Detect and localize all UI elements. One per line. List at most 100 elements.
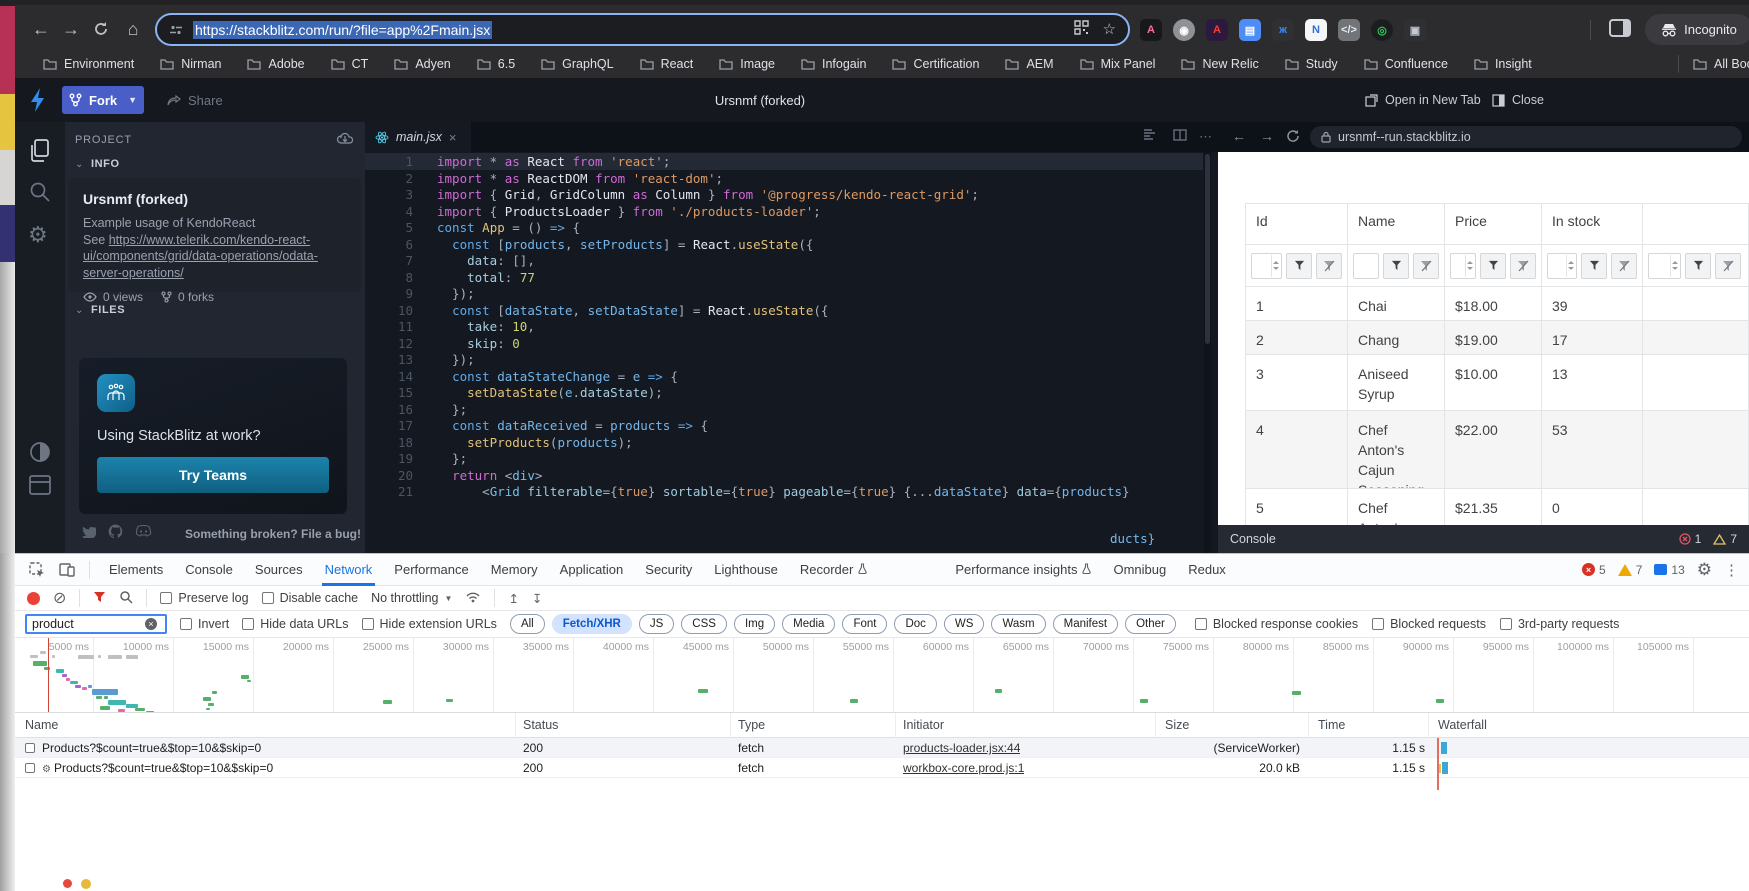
layout-panel-icon[interactable] — [28, 474, 52, 501]
grid-header-In stock[interactable]: In stock — [1542, 203, 1643, 245]
pill-all[interactable]: All — [510, 614, 545, 634]
back-icon[interactable]: ← — [30, 18, 52, 40]
filter-button[interactable] — [1581, 253, 1607, 279]
col-status[interactable]: Status — [523, 718, 558, 732]
tab-omnibug[interactable]: Omnibug — [1102, 554, 1177, 586]
grid-data-row[interactable]: 2Chang$19.0017 — [1245, 321, 1749, 355]
grid-header-Id[interactable]: Id — [1245, 203, 1348, 245]
url-text[interactable]: https://stackblitz.com/run/?file=app%2Fm… — [193, 21, 492, 39]
throttling-dropdown[interactable]: No throttling▼ — [371, 591, 452, 605]
tab-close-icon[interactable]: × — [449, 130, 457, 145]
grid-data-row[interactable]: 4Chef Anton's Cajun Seasoning$22.0053 — [1245, 411, 1749, 489]
preview-console-bar[interactable]: Console 1 7 — [1218, 525, 1749, 553]
network-request-row[interactable]: ⚙Products?$count=true&$top=10&$skip=0200… — [15, 758, 1749, 778]
hide-extension-urls-checkbox[interactable]: Hide extension URLs — [362, 617, 497, 631]
stackblitz-logo-icon[interactable] — [29, 87, 49, 118]
split-editor-icon[interactable] — [1173, 129, 1187, 144]
preview-refresh-icon[interactable] — [1286, 129, 1300, 146]
filter-toggle-icon[interactable] — [93, 591, 106, 606]
home-icon[interactable]: ⌂ — [122, 18, 144, 40]
twitter-icon[interactable] — [81, 525, 96, 543]
filter-input[interactable] — [27, 617, 145, 631]
preview-url-bar[interactable]: ursnmf--run.stackblitz.io — [1310, 126, 1742, 148]
bookmark-certification[interactable]: Certification — [892, 57, 979, 71]
devtools-issues-badge[interactable]: 13 — [1654, 563, 1684, 577]
bookmark-6-5[interactable]: 6.5 — [477, 57, 515, 71]
search-icon[interactable] — [28, 180, 52, 209]
pill-font[interactable]: Font — [842, 614, 887, 634]
download-project-icon[interactable] — [337, 132, 353, 149]
clear-filter-button[interactable] — [1413, 253, 1439, 279]
bug-extension[interactable]: ж — [1272, 19, 1294, 41]
close-button[interactable]: Close — [1492, 78, 1544, 122]
github-icon[interactable] — [108, 524, 123, 544]
bookmark-insight[interactable]: Insight — [1474, 57, 1532, 71]
preserve-log-checkbox[interactable]: Preserve log — [160, 591, 248, 605]
share-button[interactable]: Share — [167, 86, 223, 114]
chart-extension[interactable]: N — [1305, 19, 1327, 41]
devtools-more-icon[interactable]: ⋮ — [1724, 561, 1739, 579]
tab-sources[interactable]: Sources — [244, 554, 314, 586]
request-name[interactable]: ⚙Products?$count=true&$top=10&$skip=0 — [25, 761, 505, 775]
col-waterfall[interactable]: Waterfall — [1438, 718, 1487, 732]
preview-back-icon[interactable]: ← — [1232, 128, 1246, 144]
pill-fetch-xhr[interactable]: Fetch/XHR — [552, 614, 632, 634]
qr-code-icon[interactable] — [1074, 20, 1089, 40]
more-options-icon[interactable]: ⋯ — [1199, 129, 1212, 145]
pill-img[interactable]: Img — [734, 614, 775, 634]
info-section-header[interactable]: ⌄ INFO — [65, 154, 365, 174]
filter-textbox[interactable] — [1450, 253, 1476, 279]
clear-filter-button[interactable] — [1510, 253, 1536, 279]
tab-lighthouse[interactable]: Lighthouse — [703, 554, 789, 586]
try-teams-button[interactable]: Try Teams — [97, 457, 329, 493]
filter-button[interactable] — [1383, 253, 1409, 279]
settings-gear-icon[interactable]: ⚙ — [28, 222, 48, 248]
camera-extension[interactable]: ◉ — [1173, 19, 1195, 41]
bookmark-new-relic[interactable]: New Relic — [1181, 57, 1258, 71]
code-extension[interactable]: </> — [1338, 19, 1360, 41]
filter-input-wrap[interactable]: × — [25, 614, 167, 634]
tab-main-jsx[interactable]: main.jsx × — [365, 122, 471, 152]
invert-checkbox[interactable]: Invert — [180, 617, 229, 631]
disable-cache-checkbox[interactable]: Disable cache — [262, 591, 359, 605]
clipboard-extension[interactable]: ▣ — [1404, 19, 1426, 41]
export-har-icon[interactable]: ↧ — [532, 591, 542, 606]
bookmark-ct[interactable]: CT — [331, 57, 369, 71]
clear-filter-button[interactable] — [1715, 253, 1741, 279]
telerik-link[interactable]: https://www.telerik.com/kendo-react-ui/c… — [83, 233, 318, 280]
devtools-error-badge[interactable]: ×5 — [1582, 563, 1606, 577]
tab-recorder[interactable]: Recorder — [789, 554, 878, 586]
request-checkbox[interactable] — [25, 763, 35, 773]
pill-other[interactable]: Other — [1125, 614, 1176, 634]
grid-header-extra[interactable] — [1643, 203, 1749, 245]
filter-textbox[interactable] — [1648, 253, 1681, 279]
clear-filter-button[interactable] — [1316, 253, 1342, 279]
tab-elements[interactable]: Elements — [98, 554, 174, 586]
bookmark-star-icon[interactable]: ☆ — [1103, 20, 1116, 40]
devtools-warning-badge[interactable]: 7 — [1618, 563, 1643, 577]
pill-doc[interactable]: Doc — [894, 614, 936, 634]
record-network-icon[interactable] — [27, 592, 40, 605]
adobe-extension[interactable]: A — [1206, 19, 1228, 41]
numeric-spinner[interactable] — [1566, 255, 1575, 277]
tab-memory[interactable]: Memory — [480, 554, 549, 586]
filter-button[interactable] — [1685, 253, 1711, 279]
theme-contrast-icon[interactable] — [28, 440, 52, 469]
devtools-settings-icon[interactable]: ⚙ — [1697, 560, 1712, 580]
project-files-icon[interactable] — [28, 138, 52, 169]
preview-forward-icon[interactable]: → — [1260, 128, 1274, 144]
numeric-spinner[interactable] — [1271, 255, 1280, 277]
reload-icon[interactable] — [90, 18, 112, 40]
tab-console[interactable]: Console — [174, 554, 244, 586]
pill-js[interactable]: JS — [639, 614, 674, 634]
pill-manifest[interactable]: Manifest — [1053, 614, 1118, 634]
scrollbar-thumb[interactable] — [1205, 154, 1210, 344]
pill-css[interactable]: CSS — [681, 614, 727, 634]
bookmark-study[interactable]: Study — [1285, 57, 1338, 71]
open-in-new-tab-button[interactable]: Open in New Tab — [1365, 78, 1481, 122]
clear-network-icon[interactable]: ⊘ — [53, 588, 66, 608]
grid-data-row[interactable]: 1Chai$18.0039 — [1245, 287, 1749, 321]
incognito-badge[interactable]: Incognito — [1645, 14, 1749, 45]
network-conditions-icon[interactable] — [465, 591, 481, 606]
filter-textbox[interactable] — [1353, 253, 1379, 279]
